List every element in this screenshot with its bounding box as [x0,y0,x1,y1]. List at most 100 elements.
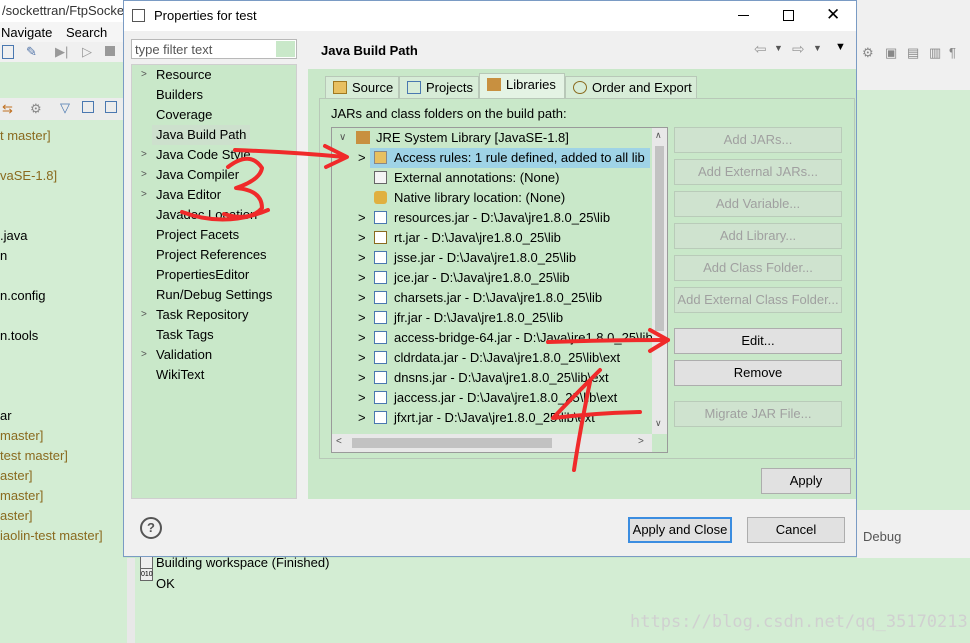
toolbar-icon[interactable]: ⚙ [862,45,874,61]
tree-item-project-references[interactable]: Project References [156,245,267,265]
back-arrow-icon[interactable]: ⇦ [754,40,767,58]
tree-item-run-debug-settings[interactable]: Run/Debug Settings [156,285,272,305]
tab-order-and-export[interactable]: Order and Export [565,76,697,98]
tree-item-java-build-path[interactable]: Java Build Path [152,125,251,145]
apply-button[interactable]: Apply [761,468,851,494]
toolbar-icon[interactable]: ▣ [885,45,897,61]
library-item-jar[interactable]: jfxrt.jar - D:\Java\jre1.8.0_25\lib\ext [394,408,595,428]
apply-and-close-button[interactable]: Apply and Close [628,517,732,543]
expand-arrow-icon[interactable]: > [358,228,366,248]
toolbar-icon[interactable]: ▷ [82,44,92,60]
expand-arrow-icon[interactable]: > [358,288,366,308]
migrate-jar-button[interactable]: Migrate JAR File... [674,401,842,427]
project-tree-item[interactable]: vaSE-1.8] [0,168,57,183]
collapse-arrow-icon[interactable]: ∨ [339,128,346,148]
cancel-button[interactable]: Cancel [747,517,845,543]
expand-arrow-icon[interactable]: > [358,248,366,268]
tree-item-wikitext[interactable]: WikiText [156,365,204,385]
tree-item-java-compiler[interactable]: Java Compiler [156,165,239,185]
add-jars-button[interactable]: Add JARs... [674,127,842,153]
library-item-jar[interactable]: cldrdata.jar - D:\Java\jre1.8.0_25\lib\e… [394,348,620,368]
tree-item-project-facets[interactable]: Project Facets [156,225,239,245]
expand-arrow-icon[interactable]: > [141,145,147,165]
scrollbar-thumb[interactable] [655,146,664,331]
tree-item-builders[interactable]: Builders [156,85,203,105]
project-tree-item[interactable]: .java [0,228,27,243]
toolbar-icon[interactable]: ✎ [26,44,37,60]
scroll-right-icon[interactable]: > [638,436,644,447]
scroll-down-icon[interactable]: ∨ [655,418,662,429]
expand-arrow-icon[interactable]: > [141,345,147,365]
project-tree-item[interactable]: n [0,248,7,263]
toolbar-icon[interactable]: ▤ [907,45,919,61]
expand-arrow-icon[interactable]: > [358,388,366,408]
tree-item-resource[interactable]: Resource [156,65,212,85]
horizontal-scrollbar[interactable]: < > [332,434,652,452]
library-item-native-location[interactable]: Native library location: (None) [394,188,565,208]
add-class-folder-button[interactable]: Add Class Folder... [674,255,842,281]
library-item-jar[interactable]: jce.jar - D:\Java\jre1.8.0_25\lib [394,268,570,288]
expand-arrow-icon[interactable]: > [358,408,366,428]
help-icon[interactable]: ? [140,517,162,539]
remove-button[interactable]: Remove [674,360,842,386]
tree-item-task-repository[interactable]: Task Repository [156,305,248,325]
toolbar-icon[interactable]: ▽ [60,100,70,116]
library-item-jar[interactable]: jsse.jar - D:\Java\jre1.8.0_25\lib [394,248,576,268]
tab-projects[interactable]: Projects [399,76,479,98]
project-tree-item[interactable]: n.tools [0,328,38,343]
project-tree-item[interactable]: test master] [0,448,68,463]
library-item-jar[interactable]: dnsns.jar - D:\Java\jre1.8.0_25\lib\ext [394,368,609,388]
toolbar-icon[interactable] [2,45,14,59]
expand-arrow-icon[interactable]: > [141,185,147,205]
expand-arrow-icon[interactable]: > [358,348,366,368]
tree-item-properties-editor[interactable]: PropertiesEditor [156,265,249,285]
view-menu-icon[interactable]: ▼ [835,41,846,53]
scroll-up-icon[interactable]: ∧ [655,130,662,141]
tree-item-java-editor[interactable]: Java Editor [156,185,221,205]
maximize-icon[interactable] [783,10,794,21]
tree-item-coverage[interactable]: Coverage [156,105,212,125]
toolbar-icon[interactable]: ▥ [929,45,941,61]
tree-item-javadoc-location[interactable]: Javadoc Location [156,205,257,225]
expand-arrow-icon[interactable]: > [358,268,366,288]
tab-source[interactable]: Source [325,76,399,98]
clear-filter-icon[interactable] [276,41,295,57]
expand-arrow-icon[interactable]: > [141,65,147,85]
toolbar-icon[interactable] [105,101,117,113]
forward-arrow-icon[interactable]: ⇨ [792,40,805,58]
expand-arrow-icon[interactable]: > [141,165,147,185]
project-tree-item[interactable]: ar [0,408,12,423]
add-library-button[interactable]: Add Library... [674,223,842,249]
library-root[interactable]: JRE System Library [JavaSE-1.8] [376,128,569,148]
vertical-scrollbar[interactable]: ∧ ∨ [652,128,667,434]
add-external-jars-button[interactable]: Add External JARs... [674,159,842,185]
toolbar-icon[interactable]: ▶| [55,44,68,60]
library-item-jar[interactable]: rt.jar - D:\Java\jre1.8.0_25\lib [394,228,561,248]
tree-item-java-code-style[interactable]: Java Code Style [156,145,251,165]
expand-arrow-icon[interactable]: > [358,148,366,168]
toolbar-icon[interactable]: ¶ [949,45,956,60]
project-tree-item[interactable]: master] [0,428,43,443]
filter-input[interactable]: type filter text [131,39,297,59]
close-icon[interactable]: ✕ [826,5,840,25]
debug-tab[interactable]: Debug [863,529,901,544]
toolbar-icon[interactable] [82,101,94,113]
scrollbar-thumb[interactable] [352,438,552,448]
menu-search[interactable]: Search [66,25,107,40]
library-item-jar[interactable]: jaccess.jar - D:\Java\jre1.8.0_25\lib\ex… [394,388,617,408]
project-tree-item[interactable]: iaolin-test master] [0,528,103,543]
toolbar-icon[interactable]: ⇆ [2,101,13,117]
chevron-down-icon[interactable]: ▼ [774,43,783,53]
library-item-jar[interactable]: jfr.jar - D:\Java\jre1.8.0_25\lib [394,308,563,328]
toolbar-icon[interactable]: ⚙ [30,101,42,117]
edit-button[interactable]: Edit... [674,328,842,354]
expand-arrow-icon[interactable]: > [358,328,366,348]
library-item-access-rules[interactable]: Access rules: 1 rule defined, added to a… [394,148,645,168]
library-item-jar[interactable]: access-bridge-64.jar - D:\Java\jre1.8.0_… [394,328,667,348]
pane-sash[interactable] [300,39,308,499]
toolbar-icon[interactable] [105,46,115,56]
project-tree-item[interactable]: aster] [0,468,33,483]
expand-arrow-icon[interactable]: > [141,305,147,325]
add-variable-button[interactable]: Add Variable... [674,191,842,217]
project-tree-item[interactable]: t master] [0,128,51,143]
